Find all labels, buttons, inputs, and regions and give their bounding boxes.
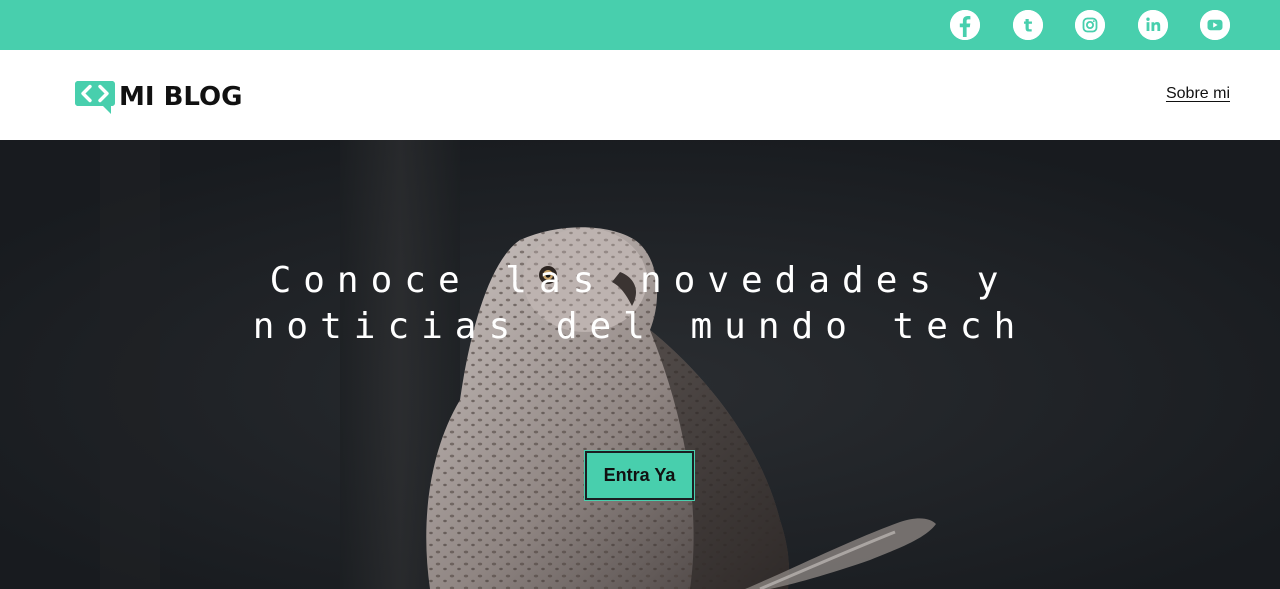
facebook-link[interactable] xyxy=(950,10,980,40)
hero-title-line-2: noticias del mundo tech xyxy=(252,306,1028,347)
code-brackets-chat-icon xyxy=(75,81,115,114)
site-header: MI BLOG Sobre mi xyxy=(0,50,1280,140)
hero-title: Conoce las novedades y noticias del mund… xyxy=(240,258,1040,350)
youtube-link[interactable] xyxy=(1200,10,1230,40)
hero-title-line-1: Conoce las novedades y xyxy=(269,260,1011,301)
nav-about-link[interactable]: Sobre mi xyxy=(1166,85,1230,103)
instagram-link[interactable] xyxy=(1075,10,1105,40)
social-bar: t xyxy=(0,0,1280,50)
instagram-icon xyxy=(1075,10,1105,40)
facebook-icon xyxy=(950,10,980,40)
tumblr-link[interactable]: t xyxy=(1013,10,1043,40)
hero-section: Conoce las novedades y noticias del mund… xyxy=(0,140,1280,589)
svg-text:t: t xyxy=(1024,16,1033,37)
owl-photo-background xyxy=(0,140,1280,589)
tumblr-icon: t xyxy=(1013,10,1043,40)
site-logo[interactable]: MI BLOG xyxy=(75,80,243,114)
youtube-icon xyxy=(1200,10,1230,40)
logo-text: MI BLOG xyxy=(119,82,243,112)
linkedin-icon xyxy=(1138,10,1168,40)
enter-now-button[interactable]: Entra Ya xyxy=(584,450,695,501)
linkedin-link[interactable] xyxy=(1138,10,1168,40)
